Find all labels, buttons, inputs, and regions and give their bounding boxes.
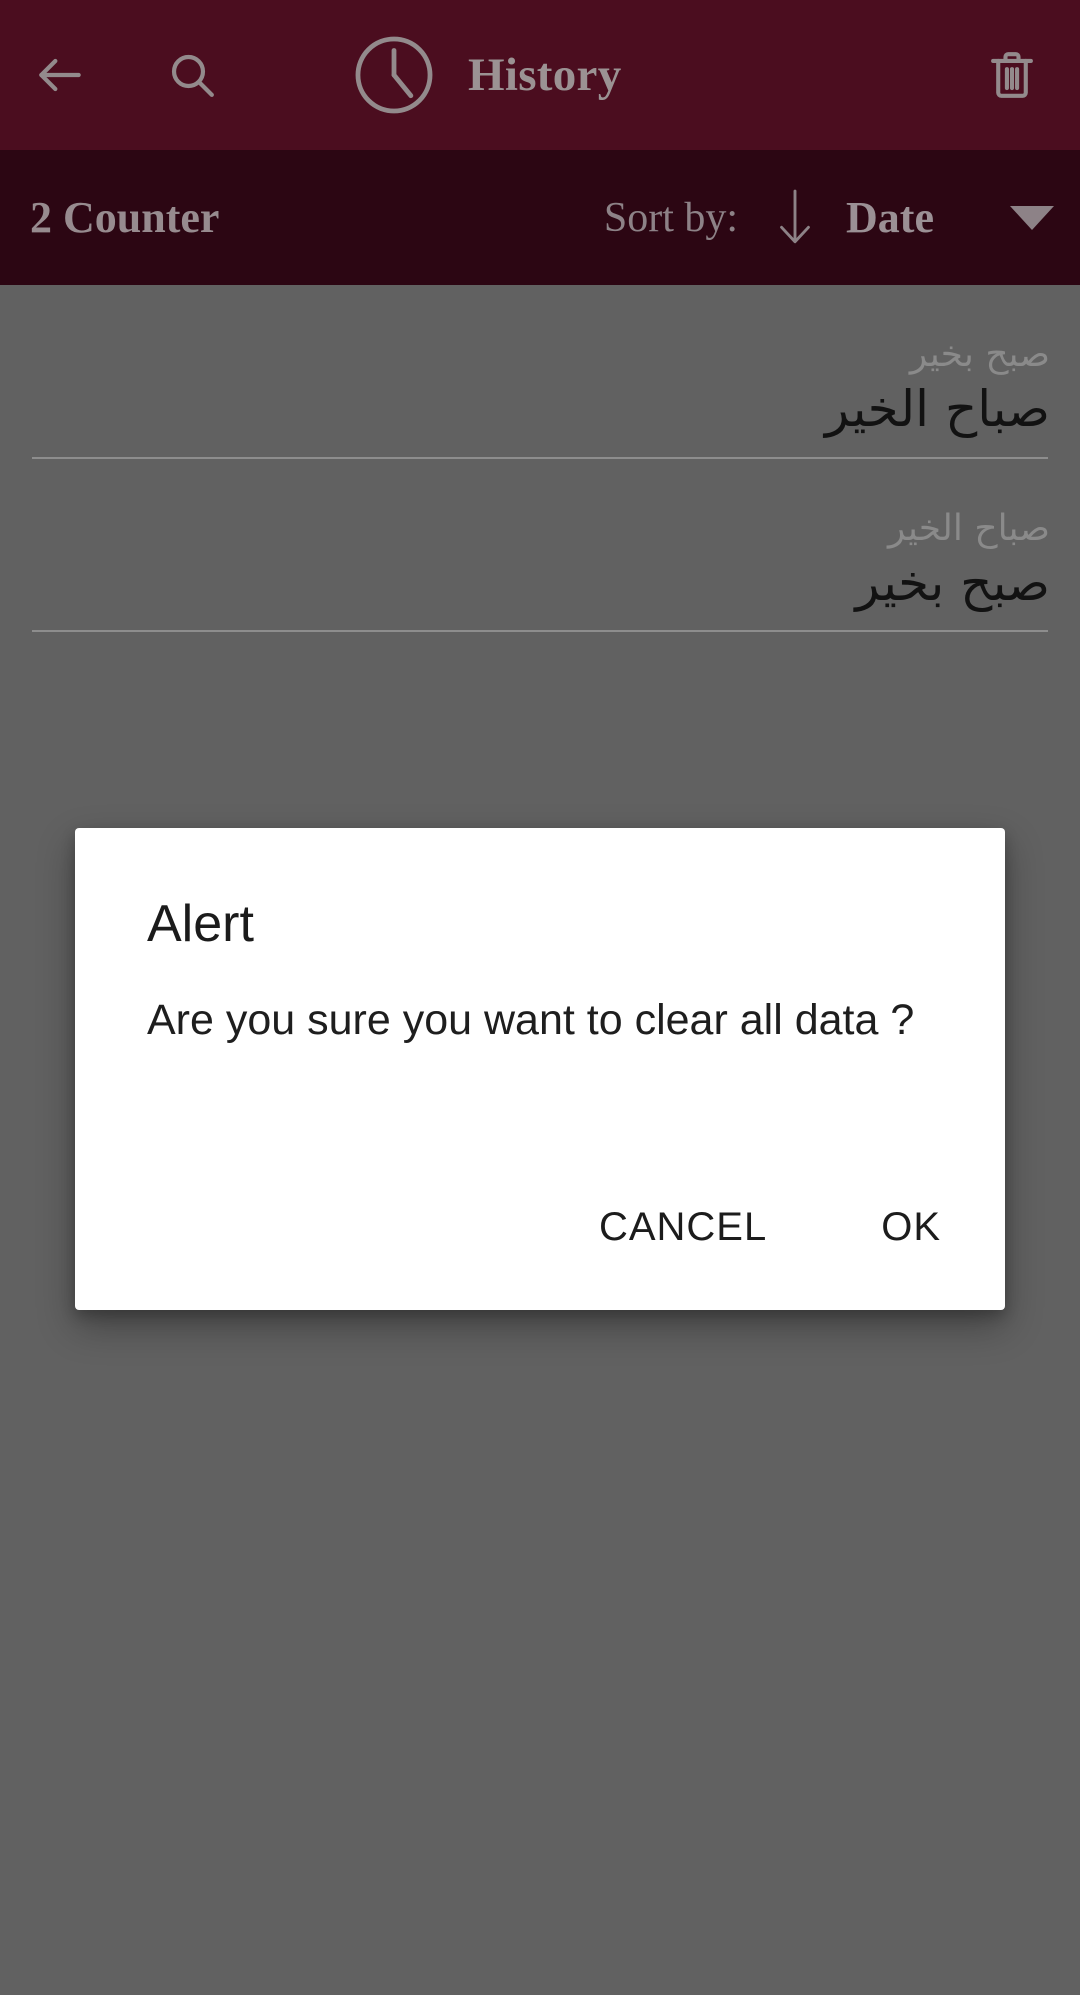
search-icon (171, 54, 214, 97)
arrow-left-icon (39, 58, 81, 92)
list-item[interactable]: صباح الخير صبح بخير (0, 459, 1080, 632)
counter-label: 2 Counter (30, 193, 220, 242)
sort-by-label: Sort by: (603, 194, 739, 241)
dialog-message: Are you sure you want to clear all data … (147, 996, 915, 1045)
clear-all-button[interactable] (966, 29, 1058, 121)
back-button[interactable] (14, 29, 106, 121)
sort-direction-button[interactable] (760, 187, 830, 249)
page-title: History (468, 49, 622, 101)
clock-icon (355, 36, 433, 114)
list-item-target-text: صبح بخير (855, 553, 1050, 612)
list-item-source-text: صبح بخير (909, 334, 1050, 375)
search-button[interactable] (146, 29, 238, 121)
arrow-down-icon (780, 189, 810, 243)
dialog-actions: CANCEL OK (75, 1189, 1005, 1310)
sort-field-value[interactable]: Date (846, 192, 934, 243)
trash-icon (991, 52, 1033, 98)
chevron-down-icon[interactable] (1010, 205, 1054, 230)
sort-bar: 2 Counter Sort by: Date (0, 150, 1080, 285)
list-item[interactable]: صبح بخير صباح الخير (0, 285, 1080, 459)
cancel-button[interactable]: CANCEL (577, 1189, 789, 1266)
alert-dialog: Alert Are you sure you want to clear all… (75, 828, 1005, 1310)
list-divider (32, 630, 1048, 632)
app-bar: History (0, 0, 1080, 150)
history-list: صبح بخير صباح الخير صباح الخير صبح بخير (0, 285, 1080, 632)
sort-controls[interactable]: Sort by: Date (604, 187, 1054, 249)
list-item-target-text: صباح الخير (824, 380, 1050, 438)
list-item-source-text: صباح الخير (887, 507, 1050, 549)
dialog-title: Alert (147, 895, 254, 953)
ok-button[interactable]: OK (859, 1189, 963, 1266)
history-clock (348, 29, 440, 121)
